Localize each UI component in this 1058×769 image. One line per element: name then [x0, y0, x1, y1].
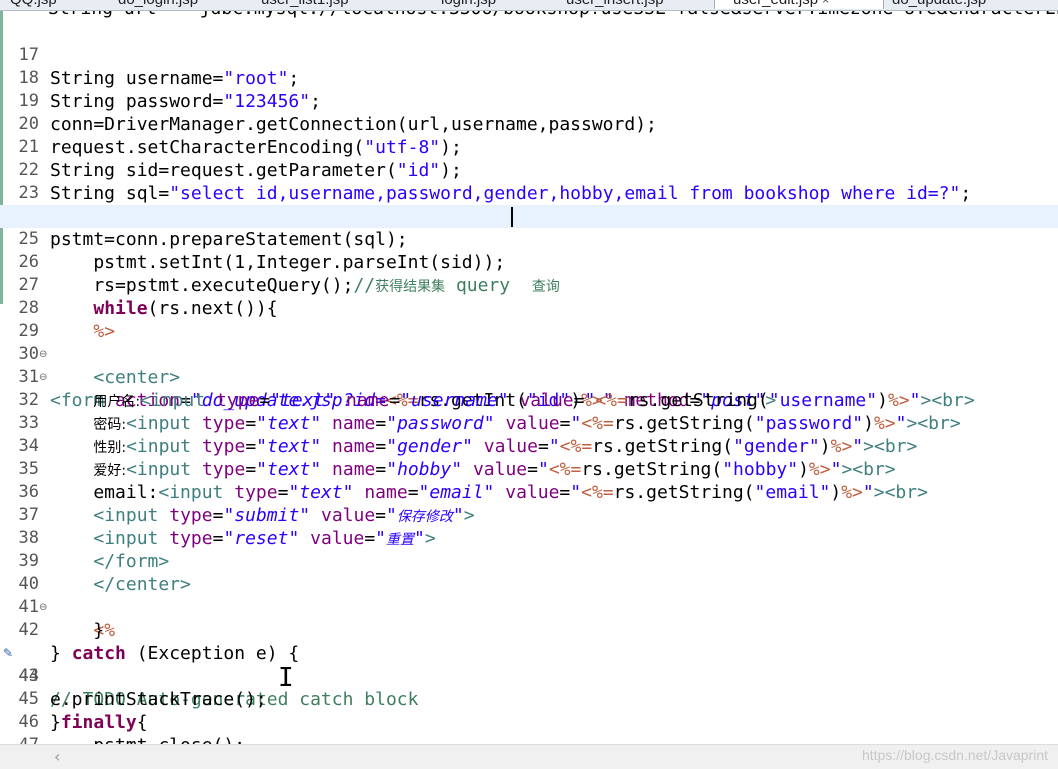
tab-close-icon[interactable]: × — [822, 0, 829, 7]
tab-user-edit-jsp[interactable]: user_edit.jsp× — [714, 0, 884, 9]
code-line: 21 String sid=request.getParameter("id")… — [0, 113, 1058, 181]
code-line: 40 ⊖ <% — [0, 550, 1058, 641]
code-line: 31 用户名:<input type="text" name="username… — [0, 343, 1058, 411]
code-line: 41 } — [0, 573, 1058, 641]
code-line: 33 性别:<input type="text" name="gender" v… — [0, 389, 1058, 457]
code-line: 48 %> — [0, 734, 1058, 744]
code-line: 32 密码:<input type="text" name="password"… — [0, 366, 1058, 434]
code-line: 37 <input type="reset" value="重置"> — [0, 481, 1058, 549]
code-line: 44 e.printStackTrace(); — [0, 642, 1058, 710]
code-line: 23 System.out.println("sql="+sql); — [0, 159, 1058, 227]
tab-login-jsp[interactable]: login.jsp — [423, 0, 496, 9]
code-line: 34 爱好:<input type="text" name="hobby" va… — [0, 412, 1058, 480]
code-line: 18 String password="123456"; — [0, 44, 1058, 112]
code-line: 46 pstmt.close(); — [0, 688, 1058, 744]
tab-do-update-jsp[interactable]: do_update.jsp — [874, 0, 986, 9]
code-line: 20 request.setCharacterEncoding("utf-8")… — [0, 90, 1058, 158]
code-line: 17 String username="root"; — [0, 21, 1058, 89]
code-line: 39 </center> — [0, 527, 1058, 595]
code-line: 26 rs=pstmt.executeQuery();//获得结果集 query… — [0, 228, 1058, 296]
mouse-ibeam-cursor-icon: I — [278, 663, 294, 693]
scroll-left-icon[interactable]: ‹ — [54, 747, 60, 766]
code-line: 29 ⊖ <center> — [0, 297, 1058, 388]
editor-tab-bar: QQ.jsp do_login.jsp user_list1.jsp login… — [0, 0, 1058, 11]
horizontal-scrollbar[interactable]: ‹ https://blog.csdn.net/Javaprint — [0, 744, 1058, 769]
tab-qq-jsp[interactable]: QQ.jsp — [0, 0, 57, 9]
code-editor[interactable]: String url = "jdbc:mysql://localhost:330… — [0, 11, 1058, 744]
partial-code-line: String url = "jdbc:mysql://localhost:330… — [48, 11, 1058, 20]
watermark: https://blog.csdn.net/Javaprint — [862, 747, 1048, 763]
code-line-current: 25 pstmt.setInt(1,Integer.parseInt(sid))… — [0, 205, 1058, 273]
code-line: 36 <input type="submit" value="保存修改"> — [0, 458, 1058, 526]
code-line: 22 String sql="select id,username,passwo… — [0, 136, 1058, 204]
code-line: 27 while(rs.next()){ — [0, 251, 1058, 319]
code-line: 38 </form> — [0, 504, 1058, 572]
code-line: 24 pstmt=conn.prepareStatement(sql); — [0, 182, 1058, 250]
tab-user-list1-jsp[interactable]: user_list1.jsp — [243, 0, 349, 9]
code-line: 28 %> — [0, 274, 1058, 342]
code-line: 30 ⊖ <form action="do_update.jsp?id=<%=r… — [0, 320, 1058, 411]
code-line: 45 }finally{ — [0, 665, 1058, 733]
code-line: 47 } — [0, 711, 1058, 744]
code-line: ✎ 43 // TODO Auto-generated catch block — [0, 619, 1058, 710]
code-line: 35 email:<input type="text" name="email"… — [0, 435, 1058, 503]
code-line: 19 conn=DriverManager.getConnection(url,… — [0, 67, 1058, 135]
tab-user-insert-jsp[interactable]: user_insert.jsp — [548, 0, 664, 9]
code-line: 42 } catch (Exception e) { — [0, 596, 1058, 664]
tab-do-login-jsp[interactable]: do_login.jsp — [100, 0, 198, 9]
text-cursor — [511, 207, 513, 227]
